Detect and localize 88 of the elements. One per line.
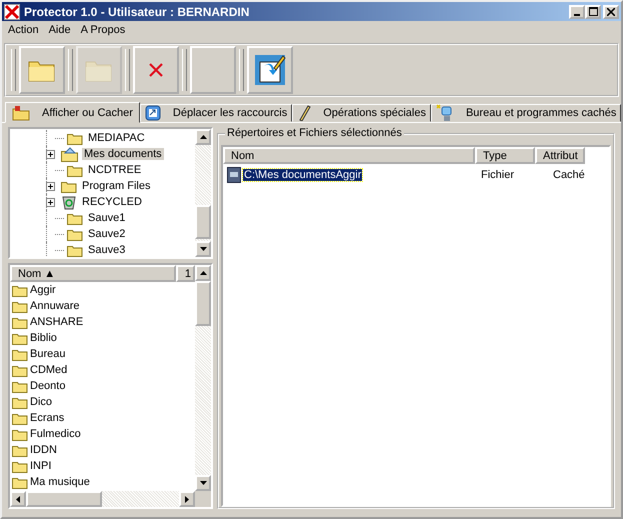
folder-icon [12, 104, 30, 120]
folder-name[interactable]: Annuware [30, 300, 80, 312]
folder-name[interactable]: Ecrans [30, 412, 64, 424]
close-button[interactable] [603, 4, 619, 18]
folder-icon [67, 132, 83, 144]
window-title: Protector 1.0 - Utilisateur : BERNARDIN [24, 4, 250, 18]
tree-item[interactable]: Sauve1 [86, 212, 128, 224]
down-arrow-icon [200, 481, 206, 485]
tab[interactable]: Opérations spéciales [292, 104, 431, 122]
folder-name[interactable]: Biblio [30, 332, 57, 344]
tree-item[interactable]: RECYCLED [80, 196, 144, 208]
scrollbar[interactable] [195, 265, 211, 507]
left-arrow-icon [16, 496, 20, 502]
tree-item[interactable]: Sauve2 [86, 228, 128, 240]
folder-icon [12, 332, 28, 344]
folder-icon [12, 412, 28, 424]
maximize-icon [588, 7, 598, 16]
tree-item[interactable]: MEDIAPAC [86, 132, 147, 144]
folder-icon [12, 300, 28, 312]
scrollbar[interactable] [10, 491, 195, 507]
scrollbar[interactable] [195, 129, 211, 257]
menu-item[interactable]: Action [8, 24, 39, 38]
column-header[interactable]: Attribut [535, 147, 585, 164]
tab[interactable]: Afficher ou Cacher [5, 102, 140, 123]
scroll-thumb[interactable] [26, 491, 102, 507]
folder-icon [12, 396, 28, 408]
folder-name[interactable]: Dico [30, 396, 52, 408]
folder-icon [61, 180, 77, 192]
folder-name[interactable]: Fulmedico [30, 428, 81, 440]
folder-icon [67, 212, 83, 224]
folder-name[interactable]: Aggir [30, 284, 56, 296]
file-icon [227, 167, 241, 183]
column-header[interactable]: Nom [223, 147, 475, 164]
folder-name[interactable]: IDDN [30, 444, 57, 456]
folder-icon [12, 444, 28, 456]
table-cell-text: Caché [552, 169, 586, 181]
expand-icon[interactable] [46, 198, 55, 206]
expand-icon[interactable] [46, 150, 55, 158]
maximize-button[interactable] [585, 4, 601, 18]
shared-folder-icon [61, 146, 79, 162]
folder-name[interactable]: Ma musique [30, 476, 90, 488]
folder-icon [12, 428, 28, 440]
menu-item[interactable]: Aide [48, 24, 71, 38]
down-arrow-icon [200, 247, 206, 251]
scrollbar-corner [195, 491, 211, 507]
tab[interactable]: Déplacer les raccourcis [140, 104, 292, 122]
folder-name[interactable]: Bureau [30, 348, 66, 360]
scroll-thumb[interactable] [195, 281, 211, 326]
folder-icon [12, 380, 28, 392]
folder-icon [12, 460, 28, 472]
tree-item[interactable]: NCDTREE [86, 164, 144, 176]
up-arrow-icon [200, 271, 206, 275]
column-header[interactable]: Type [475, 147, 535, 164]
menu-item[interactable]: A Propos [80, 24, 126, 38]
scroll-thumb[interactable] [195, 205, 211, 239]
recycle-bin-icon [61, 194, 77, 210]
column-header[interactable]: Nom ▲ [10, 265, 176, 282]
table-cell-text: Fichier [480, 169, 516, 181]
folder-icon [12, 316, 28, 328]
folder-icon [67, 164, 83, 176]
column-header[interactable]: 1 [176, 265, 195, 282]
folder-icon [67, 228, 83, 240]
folder-name[interactable]: Deonto [30, 380, 66, 392]
tab[interactable]: Bureau et programmes cachés [430, 104, 621, 122]
tree-item[interactable]: Program Files [80, 180, 152, 192]
edit-document-icon [254, 54, 286, 86]
computer-icon [436, 104, 454, 122]
minimize-icon [574, 14, 580, 16]
up-arrow-icon [200, 135, 206, 139]
minimize-button[interactable] [569, 4, 585, 18]
folder-name[interactable]: ANSHARE [30, 316, 84, 328]
toolbar-button[interactable] [247, 46, 293, 94]
folder-name[interactable]: INPI [30, 460, 52, 472]
cross-icon [4, 4, 20, 20]
group-title: Répertoires et Fichiers sélectionnés [225, 127, 404, 139]
pencil-icon [297, 105, 312, 121]
folder-icon [12, 476, 28, 488]
file-path[interactable]: C:\Mes documentsAggir [243, 169, 362, 181]
folder-icon [12, 364, 28, 376]
close-icon [607, 8, 615, 16]
folder-icon [12, 348, 28, 360]
folder-icon [67, 244, 83, 256]
tree-item[interactable]: Mes documents [82, 148, 164, 160]
right-arrow-icon [185, 496, 189, 502]
delete-icon [149, 63, 163, 77]
expand-icon[interactable] [46, 182, 55, 190]
tree-item[interactable]: Sauve3 [86, 244, 128, 256]
folder-name[interactable]: CDMed [30, 364, 68, 376]
